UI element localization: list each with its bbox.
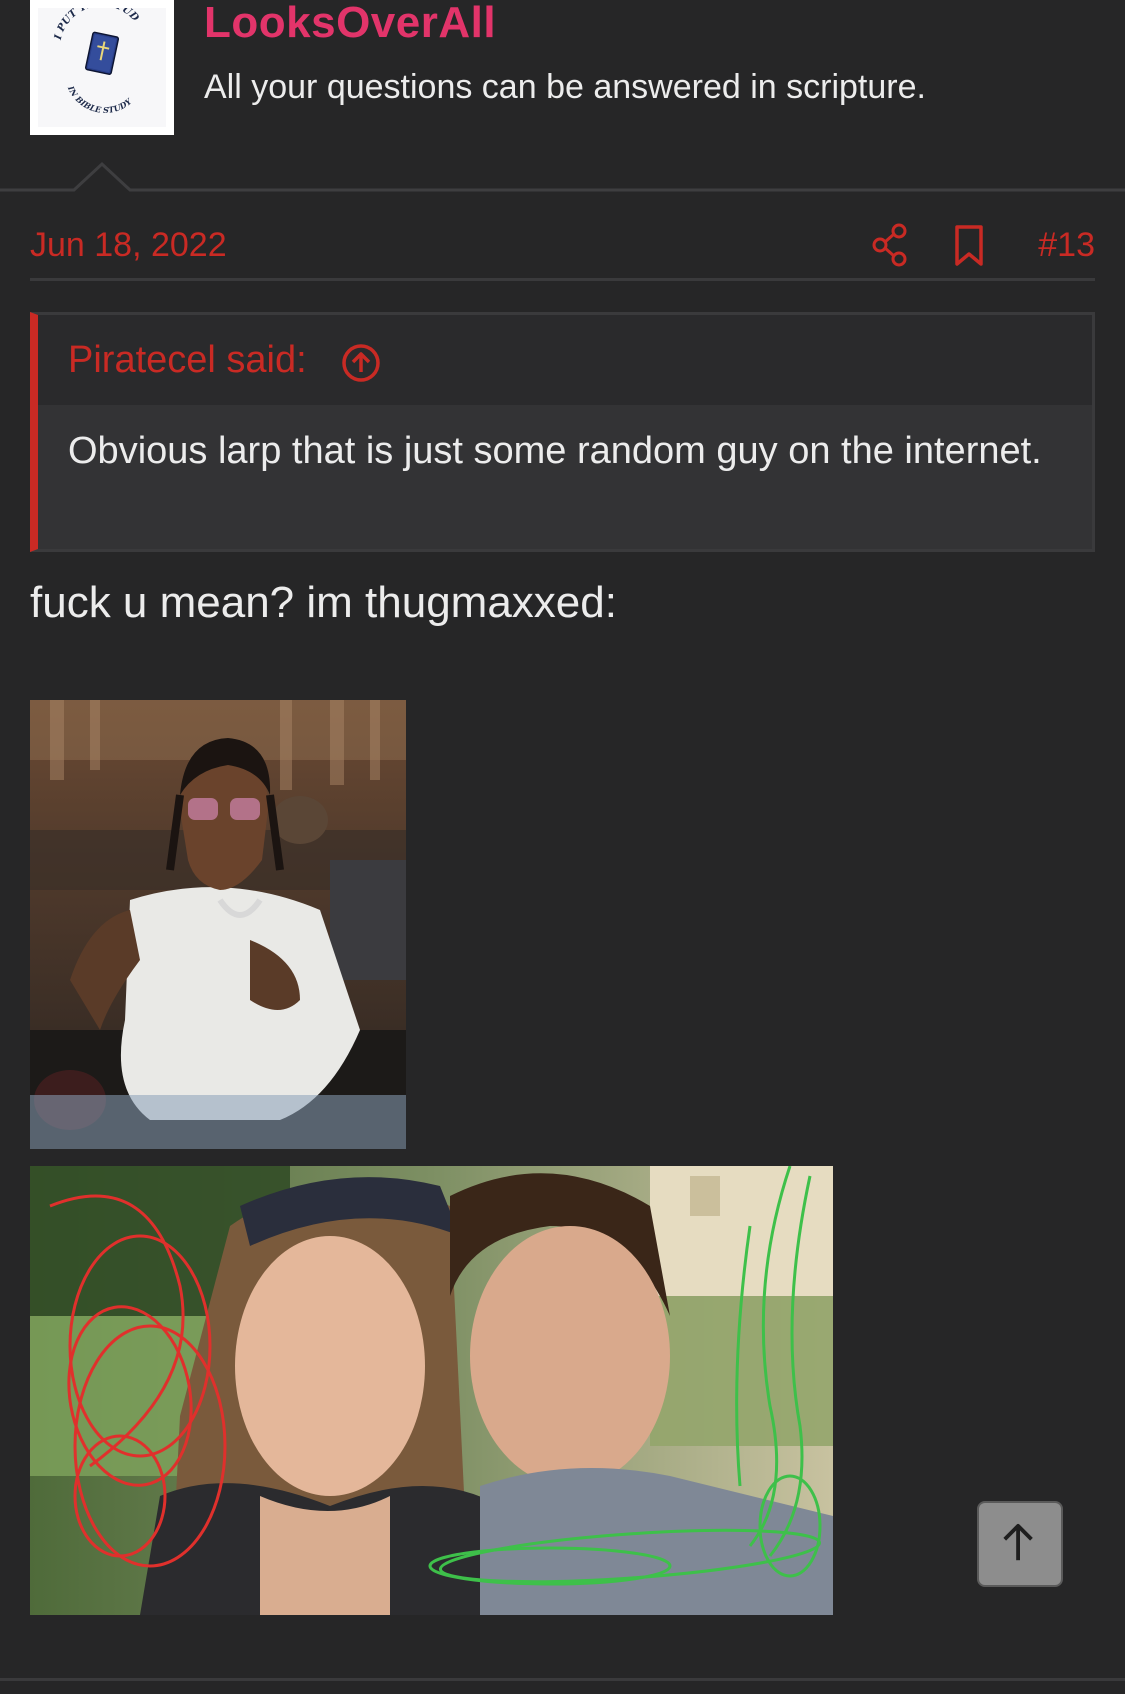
username[interactable]: LooksOverAll bbox=[204, 0, 496, 48]
quote-author[interactable]: Piratecel said: bbox=[68, 339, 307, 382]
arrow-up-circle-icon[interactable] bbox=[341, 343, 381, 383]
post-image-1[interactable] bbox=[30, 700, 406, 1149]
post-text: fuck u mean? im thugmaxxed: bbox=[30, 578, 617, 627]
avatar-image: I PUT THE STUD IN BIBLE STUDY bbox=[38, 8, 166, 127]
arrow-up-icon bbox=[1003, 1523, 1033, 1561]
scroll-to-top-button[interactable] bbox=[977, 1501, 1063, 1587]
post-meta: Jun 18, 2022 #13 bbox=[30, 222, 1095, 272]
footer-divider bbox=[0, 1678, 1125, 1681]
quote-block: Piratecel said: Obvious larp that is jus… bbox=[30, 312, 1095, 552]
post-image-2[interactable] bbox=[30, 1166, 833, 1615]
quote-body: Obvious larp that is just some random gu… bbox=[38, 405, 1092, 549]
avatar-text-bottom: IN BIBLE STUDY bbox=[65, 83, 134, 115]
header-divider bbox=[0, 161, 1125, 192]
svg-text:IN BIBLE STUDY: IN BIBLE STUDY bbox=[65, 83, 134, 115]
user-header: I PUT THE STUD IN BIBLE STUDY LooksOverA… bbox=[0, 0, 1125, 192]
avatar[interactable]: I PUT THE STUD IN BIBLE STUDY bbox=[30, 0, 174, 135]
share-icon[interactable] bbox=[870, 222, 910, 268]
meta-divider bbox=[30, 278, 1095, 281]
quote-header: Piratecel said: bbox=[38, 315, 1092, 405]
bookmark-icon[interactable] bbox=[952, 224, 986, 268]
post-date[interactable]: Jun 18, 2022 bbox=[30, 226, 227, 265]
user-tagline: All your questions can be answered in sc… bbox=[204, 68, 926, 106]
post-number[interactable]: #13 bbox=[1038, 226, 1095, 265]
